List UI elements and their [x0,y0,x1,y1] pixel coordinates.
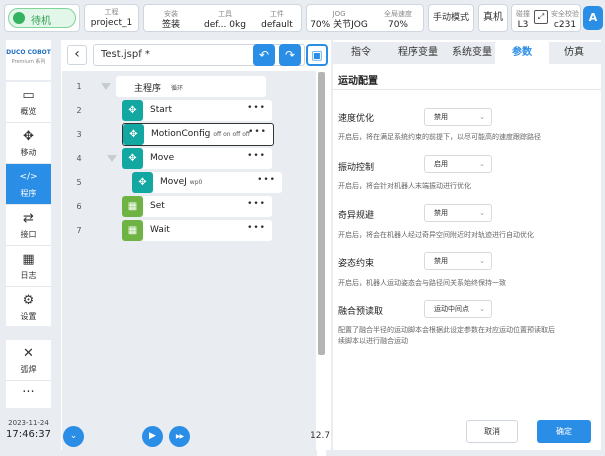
install-tool-workpiece-status[interactable]: 安装 签装 工具 def... 0kg 工件 default [143,4,302,32]
singularity-avoidance-select[interactable]: 禁用 ⌄ [424,204,492,222]
fast-forward-button[interactable]: ▶▶ [169,426,190,447]
project-status[interactable]: 工程 project_1 [84,4,139,32]
collapse-all-button[interactable]: ⌄ [63,426,84,447]
move-icon: ✥ [123,124,144,145]
more-icon[interactable]: ••• [248,127,267,137]
chevron-down-icon: ⌄ [479,160,485,168]
cancel-button[interactable]: 取消 [466,420,518,443]
weld-icon: ✕ [23,346,34,361]
grid-icon: ▦ [122,220,143,241]
tree-row-6[interactable]: 6 ▦ Set ••• [62,195,316,219]
chevron-down-icon: ⌄ [479,209,485,217]
collapse-icon[interactable] [101,83,111,90]
robot-state[interactable]: 待机 [4,4,80,32]
tab-params[interactable]: 参数 [495,42,549,64]
motionconfig-node[interactable]: ✥ MotionConfig off on off off ••• [122,123,274,146]
confirm-button[interactable]: 确定 [537,420,591,443]
tree-row-4[interactable]: 4 ✥ Move ••• [62,147,316,171]
chevron-down-icon: ⌄ [479,113,485,121]
back-button[interactable]: ‹ [67,45,87,65]
tree-row-7[interactable]: 7 ▦ Wait ••• [62,219,316,243]
expand-icon: ⤢ [534,10,548,24]
nav-arc-weld[interactable]: ✕ 弧焊 [6,340,51,381]
more-icon[interactable]: ••• [257,175,276,185]
sidebar-nav: ▭ 概览 ✥ 移动 </> 程序 ⇄ 接口 ▦ 日志 ⚙ 设置 [6,82,51,326]
set-node[interactable]: ▦ Set ••• [122,196,272,217]
monitor-icon: ▭ [22,88,35,103]
exchange-icon: ⇄ [23,211,34,226]
status-bar: 待机 工程 project_1 安装 签装 工具 def... 0kg 工件 d… [0,0,605,36]
tree-row-5[interactable]: 5 ✥ MoveJ wp0 ••• [62,171,316,195]
gear-icon: ⚙ [22,293,35,308]
nav-log[interactable]: ▦ 日志 [6,246,51,287]
mode-button[interactable]: 手动模式 [428,4,474,32]
save-button[interactable]: ▣ [306,44,328,66]
redo-button[interactable]: ↷ [279,44,301,66]
pose-constraint-select[interactable]: 禁用 ⌄ [424,252,492,270]
vibration-control-select[interactable]: 启用 ⌄ [424,155,492,173]
nav-overview[interactable]: ▭ 概览 [6,82,51,123]
main-program-node[interactable]: 主程序 循环 [116,76,266,97]
tree-row-2[interactable]: 2 ✥ Start ••• [62,99,316,123]
avatar[interactable]: A [583,6,603,30]
move-icon: ✥ [132,172,153,193]
power-icon [13,12,25,24]
standby-label: 待机 [31,16,51,27]
speed-optimization-select[interactable]: 禁用 ⌄ [424,108,492,126]
parameter-panel: 指令 程序变量 系统变量 参数 仿真 运动配置 速度优化 禁用 ⌄ 开启后，将在满… [333,40,601,450]
more-icon[interactable]: ••• [247,223,266,233]
calendar-icon: ▦ [22,252,35,267]
tree-row-3[interactable]: 3 ✥ MotionConfig off on off off ••• [62,123,316,147]
program-editor: ‹ Test.jspf * ⌄ ↶ ↷ ▣ 1 主程序 循环 2 ✥ Start… [61,40,331,456]
machine-button[interactable]: 真机 [478,4,508,32]
tree-scrollbar[interactable] [317,71,326,456]
collision-safety-status[interactable]: 碰撞 L3 ⤢ 安全校验 c231 [511,4,581,32]
blend-prefetch-select[interactable]: 运动中间点 ⌄ [424,300,492,318]
collapse-icon[interactable] [107,155,117,162]
undo-button[interactable]: ↶ [253,44,275,66]
program-tree: 1 主程序 循环 2 ✥ Start ••• 3 ✥ MotionConfig o… [62,71,316,456]
more-icon[interactable]: ••• [247,151,266,161]
nav-interface[interactable]: ⇄ 接口 [6,205,51,246]
chevron-down-icon: ⌄ [479,257,485,265]
tab-system-vars[interactable]: 系统变量 [447,42,497,64]
tab-simulation[interactable]: 仿真 [549,42,599,64]
standby-pill[interactable]: 待机 [8,8,76,28]
scrollbar-thumb[interactable] [318,72,325,355]
ellipsis-icon: ··· [22,385,35,400]
code-icon: </> [19,172,38,182]
move-node[interactable]: ✥ Move ••• [122,148,272,169]
movej-node[interactable]: ✥ MoveJ wp0 ••• [132,172,282,193]
wait-node[interactable]: ▦ Wait ••• [122,220,272,241]
nav-program[interactable]: </> 程序 [6,164,51,205]
tree-row-1[interactable]: 1 主程序 循环 [62,75,316,99]
more-icon[interactable]: ••• [247,199,266,209]
chevron-down-icon: ⌄ [479,305,485,313]
grid-icon: ▦ [122,196,143,217]
play-button[interactable]: ▶ [142,426,163,447]
move-icon: ✥ [122,148,143,169]
tab-instructions[interactable]: 指令 [333,42,389,64]
start-node[interactable]: ✥ Start ••• [122,100,272,121]
version-label: 12.7 [310,431,331,441]
divider [333,89,601,90]
nav-settings[interactable]: ⚙ 设置 [6,287,51,328]
jog-speed-status[interactable]: JOG 70% 关节JOG 全局速度 70% [306,4,424,32]
nav-more[interactable]: ··· [6,381,51,407]
sidebar-plugins: ✕ 弧焊 ··· [6,340,51,408]
tab-program-vars[interactable]: 程序变量 [389,42,447,64]
move-icon: ✥ [122,100,143,121]
move-icon: ✥ [23,129,34,144]
panel-tabs: 指令 程序变量 系统变量 参数 仿真 [333,42,601,64]
nav-move[interactable]: ✥ 移动 [6,123,51,164]
brand-logo: DUCO COBOT Premium 系列 [6,40,51,80]
panel-title: 运动配置 [338,76,378,87]
more-icon[interactable]: ••• [247,103,266,113]
